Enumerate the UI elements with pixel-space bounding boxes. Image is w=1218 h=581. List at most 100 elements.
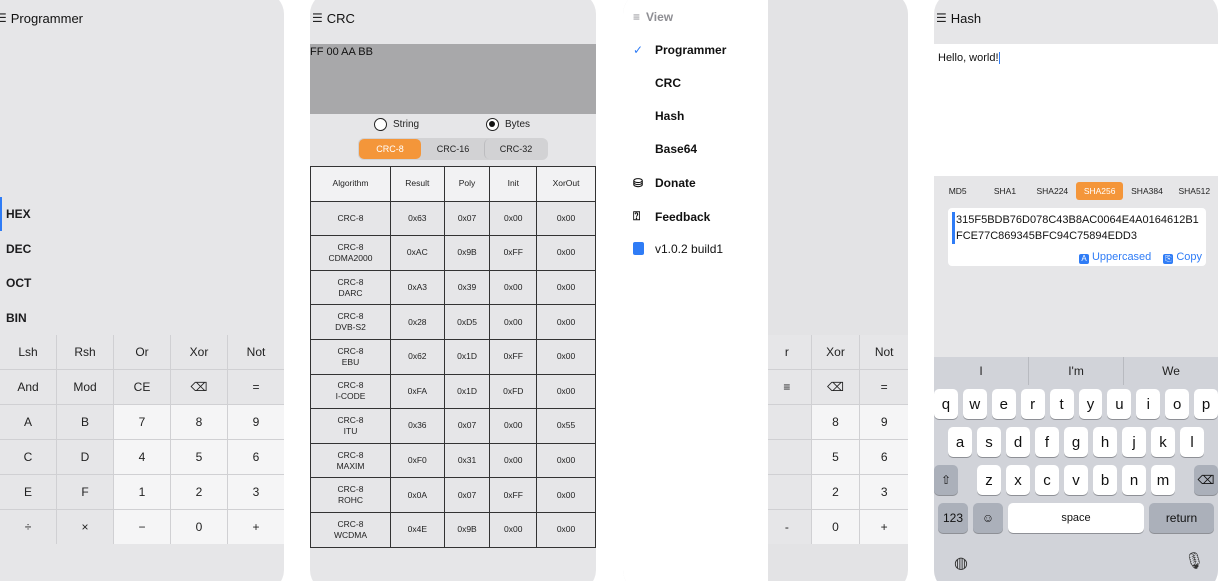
tab-crc16[interactable]: CRC-16	[421, 139, 484, 159]
letter-key[interactable]: d	[1006, 427, 1030, 457]
keypad-key[interactable]: Xor	[171, 335, 227, 369]
radio-selected-icon	[486, 118, 499, 131]
letter-key[interactable]: t	[1049, 389, 1074, 419]
keypad-key[interactable]: Or	[114, 335, 170, 369]
hash-input[interactable]: Hello, world!	[934, 44, 1218, 176]
uppercased-toggle[interactable]: A Uppercased	[1078, 251, 1151, 264]
radix-dec[interactable]: DEC	[0, 232, 284, 266]
keypad-key[interactable]: 4	[114, 440, 170, 474]
keypad-key[interactable]: 7	[114, 405, 170, 439]
keypad-key[interactable]: 8	[171, 405, 227, 439]
keypad-key[interactable]: +	[228, 510, 284, 544]
menu-item-donate[interactable]: ⛁ Donate	[633, 176, 696, 190]
suggestion[interactable]: I	[934, 357, 1028, 385]
letter-key[interactable]: y	[1078, 389, 1103, 419]
globe-icon[interactable]: ◍	[954, 553, 968, 573]
keypad-key[interactable]: 3	[228, 475, 284, 509]
return-key[interactable]: return	[1149, 503, 1214, 533]
delete-key-icon[interactable]: ⌫	[1194, 465, 1218, 495]
keypad-key[interactable]: F	[57, 475, 113, 509]
letter-key[interactable]: o	[1165, 389, 1190, 419]
emoji-key-icon[interactable]: ☺	[973, 503, 1003, 533]
letter-key[interactable]: g	[1064, 427, 1088, 457]
keypad-key[interactable]: 0	[171, 510, 227, 544]
keypad-key[interactable]: 1	[114, 475, 170, 509]
numbers-key[interactable]: 123	[938, 503, 968, 533]
letter-key[interactable]: s	[977, 427, 1001, 457]
keypad-key[interactable]: 5	[171, 440, 227, 474]
list-icon[interactable]: ☰	[0, 11, 7, 25]
list-icon[interactable]: ☰	[936, 11, 947, 25]
radio-bytes[interactable]: Bytes	[486, 118, 530, 131]
suggestion[interactable]: We	[1123, 357, 1218, 385]
keypad-key[interactable]: B	[57, 405, 113, 439]
menu-item-version[interactable]: v1.0.2 build1	[633, 242, 723, 256]
menu-item-feedback[interactable]: ⍰ Feedback	[633, 209, 710, 224]
keypad-key[interactable]: E	[0, 475, 56, 509]
letter-key[interactable]: x	[1006, 465, 1030, 495]
keypad-key[interactable]: A	[0, 405, 56, 439]
menu-item-programmer[interactable]: ✓ Programmer	[633, 43, 726, 57]
keypad-key[interactable]: CE	[114, 370, 170, 404]
keypad-key[interactable]: ×	[57, 510, 113, 544]
crc-input[interactable]: FF 00 AA BB	[310, 44, 596, 114]
letter-key[interactable]: h	[1093, 427, 1117, 457]
letter-key[interactable]: l	[1180, 427, 1204, 457]
microphone-icon[interactable]: 🎙	[1184, 551, 1204, 571]
letter-key[interactable]: u	[1107, 389, 1132, 419]
letter-key[interactable]: z	[977, 465, 1001, 495]
radix-bin[interactable]: BIN	[0, 301, 284, 335]
tab-sha512[interactable]: SHA512	[1171, 182, 1218, 200]
letter-key[interactable]: f	[1035, 427, 1059, 457]
letter-key[interactable]: k	[1151, 427, 1175, 457]
menu-item-crc[interactable]: CRC	[633, 76, 681, 90]
letter-key[interactable]: e	[991, 389, 1016, 419]
radix-oct[interactable]: OCT	[0, 266, 284, 300]
keypad-key[interactable]: ÷	[0, 510, 56, 544]
keypad-key[interactable]: −	[114, 510, 170, 544]
letter-key[interactable]: c	[1035, 465, 1059, 495]
letter-key[interactable]: n	[1122, 465, 1146, 495]
letter-key[interactable]: v	[1064, 465, 1088, 495]
list-icon[interactable]: ☰	[312, 11, 323, 25]
keypad-key[interactable]: D	[57, 440, 113, 474]
radix-hex[interactable]: HEX	[0, 197, 284, 231]
tab-sha384[interactable]: SHA384	[1123, 182, 1170, 200]
keypad-key[interactable]: And	[0, 370, 56, 404]
space-key[interactable]: space	[1008, 503, 1144, 533]
suggestion[interactable]: I'm	[1028, 357, 1123, 385]
keypad-key[interactable]: Lsh	[0, 335, 56, 369]
backspace-key-icon[interactable]: ⌫	[171, 370, 227, 404]
letter-key[interactable]: r	[1020, 389, 1045, 419]
keypad-key[interactable]: C	[0, 440, 56, 474]
radio-string[interactable]: String	[374, 118, 419, 131]
keypad-key[interactable]: Mod	[57, 370, 113, 404]
keypad-key[interactable]: Rsh	[57, 335, 113, 369]
keypad-key[interactable]: 9	[228, 405, 284, 439]
result-cell: 0x4E	[390, 511, 445, 548]
keypad-key[interactable]: 2	[171, 475, 227, 509]
letter-key[interactable]: p	[1194, 389, 1218, 419]
tab-sha1[interactable]: SHA1	[981, 182, 1028, 200]
letter-key[interactable]: b	[1093, 465, 1117, 495]
menu-item-hash[interactable]: Hash	[633, 109, 684, 123]
keypad-key[interactable]: =	[228, 370, 284, 404]
shift-key-icon[interactable]: ⇧	[934, 465, 958, 495]
hash-output[interactable]: 315F5BDB76D078C43B8AC0064E4A0164612B1FCE…	[952, 212, 1202, 244]
keypad-key[interactable]: 6	[228, 440, 284, 474]
letter-key[interactable]: w	[962, 389, 987, 419]
result-cell: 0x36	[390, 408, 445, 444]
letter-key[interactable]: j	[1122, 427, 1146, 457]
copy-button[interactable]: ⎘ Copy	[1163, 251, 1202, 264]
keypad-key[interactable]: Not	[228, 335, 284, 369]
tab-crc32[interactable]: CRC-32	[484, 139, 547, 159]
tab-crc8[interactable]: CRC-8	[359, 139, 421, 159]
letter-key[interactable]: q	[934, 389, 958, 419]
letter-key[interactable]: a	[948, 427, 972, 457]
letter-key[interactable]: m	[1151, 465, 1175, 495]
tab-sha256[interactable]: SHA256	[1075, 182, 1124, 200]
menu-item-base64[interactable]: Base64	[633, 142, 697, 156]
tab-md5[interactable]: MD5	[934, 182, 981, 200]
tab-sha224[interactable]: SHA224	[1029, 182, 1076, 200]
letter-key[interactable]: i	[1136, 389, 1161, 419]
